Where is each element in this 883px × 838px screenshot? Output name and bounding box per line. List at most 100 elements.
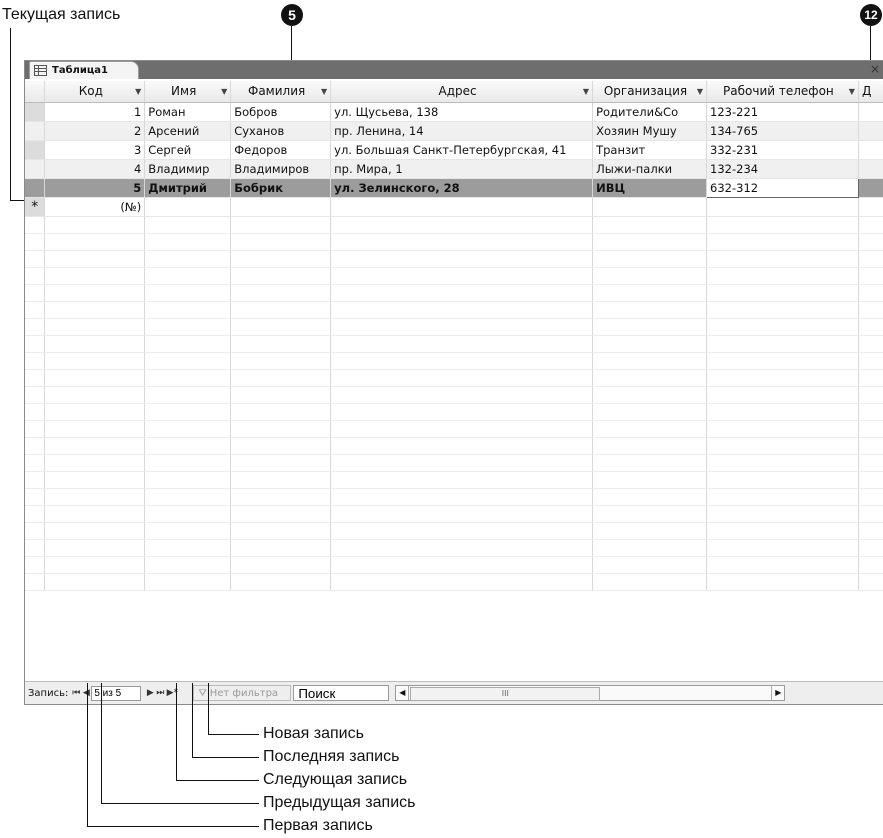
cell-telefon[interactable]: 123-221 bbox=[706, 102, 859, 122]
cell-imya[interactable]: Владимир bbox=[144, 159, 232, 179]
cell-telefon[interactable]: 134-765 bbox=[706, 121, 859, 141]
scroll-right-icon[interactable]: ▶ bbox=[771, 686, 784, 700]
cell-imya[interactable]: Сергей bbox=[144, 140, 232, 160]
empty-cell bbox=[230, 284, 332, 302]
cell-imya[interactable]: Дмитрий bbox=[144, 178, 232, 198]
cell-familiya[interactable]: Бобров bbox=[230, 102, 332, 122]
cell-adres[interactable]: пр. Ленина, 14 bbox=[330, 121, 594, 141]
empty-cell bbox=[706, 352, 859, 370]
filter-icon: ⛛ bbox=[198, 687, 207, 699]
cell-telefon[interactable]: 332-231 bbox=[706, 140, 859, 160]
empty-cell bbox=[330, 386, 594, 404]
record-number-input[interactable] bbox=[91, 685, 142, 701]
column-header-imya[interactable]: Имя ▼ bbox=[144, 81, 232, 103]
callout-line bbox=[176, 780, 259, 781]
cell-familiya[interactable]: Владимиров bbox=[230, 159, 332, 179]
close-icon[interactable]: × bbox=[870, 62, 880, 76]
cell-familiya[interactable]: Суханов bbox=[230, 121, 332, 141]
cell-imya[interactable]: Арсений bbox=[144, 121, 232, 141]
cell-kod[interactable]: 3 bbox=[44, 140, 146, 160]
cell-organizaciya[interactable]: ИВЦ bbox=[592, 178, 708, 198]
first-record-button[interactable]: ⏮ bbox=[71, 684, 81, 702]
cell-empty[interactable] bbox=[858, 197, 883, 217]
callout-new-record: Новая запись bbox=[263, 725, 364, 742]
empty-cell bbox=[25, 335, 46, 353]
cell-imya[interactable]: Роман bbox=[144, 102, 232, 122]
row-selector[interactable] bbox=[25, 102, 46, 122]
table-row[interactable]: 1 Роман Бобров ул. Щусьева, 138 Родители… bbox=[25, 102, 883, 122]
dropdown-arrow-icon[interactable]: ▼ bbox=[697, 87, 703, 96]
cell-organizaciya[interactable]: Хозяин Мушу bbox=[592, 121, 708, 141]
dropdown-arrow-icon[interactable]: ▼ bbox=[221, 87, 227, 96]
cell-d[interactable] bbox=[858, 178, 883, 198]
cell-d[interactable] bbox=[858, 121, 883, 141]
scroll-left-icon[interactable]: ◀ bbox=[396, 686, 410, 700]
empty-cell bbox=[592, 216, 708, 234]
empty-cell bbox=[330, 403, 594, 421]
column-header-d[interactable]: Д bbox=[858, 81, 883, 103]
dropdown-arrow-icon[interactable]: ▼ bbox=[583, 87, 589, 96]
cell-organizaciya[interactable]: Лыжи-палки bbox=[592, 159, 708, 179]
column-header-organizaciya[interactable]: Организация ▼ bbox=[592, 81, 708, 103]
search-input[interactable] bbox=[293, 685, 390, 701]
table-row[interactable]: 4 Владимир Владимиров пр. Мира, 1 Лыжи-п… bbox=[25, 159, 883, 179]
cell-d[interactable] bbox=[858, 102, 883, 122]
cell-adres[interactable]: пр. Мира, 1 bbox=[330, 159, 594, 179]
empty-cell bbox=[144, 488, 232, 506]
row-selector[interactable] bbox=[25, 140, 46, 160]
new-record-row[interactable]: * (№) bbox=[25, 197, 883, 217]
cell-kod[interactable]: 5 bbox=[44, 178, 146, 198]
dropdown-arrow-icon[interactable]: ▼ bbox=[135, 87, 141, 96]
callout-line bbox=[192, 757, 259, 758]
empty-cell bbox=[706, 403, 859, 421]
select-all-corner[interactable] bbox=[25, 81, 46, 103]
empty-cell bbox=[706, 369, 859, 387]
cell-kod[interactable]: 1 bbox=[44, 102, 146, 122]
row-selector[interactable] bbox=[25, 178, 46, 198]
cell-adres[interactable]: ул. Большая Санкт-Петербургская, 41 bbox=[330, 140, 594, 160]
scroll-thumb[interactable]: III bbox=[410, 687, 601, 701]
cell-adres[interactable]: ул. Щусьева, 138 bbox=[330, 102, 594, 122]
current-record-row[interactable]: 5 Дмитрий Бобрик ул. Зелинского, 28 ИВЦ … bbox=[25, 177, 883, 198]
horizontal-scrollbar[interactable]: ◀ III ▶ bbox=[395, 685, 786, 701]
cell-empty[interactable] bbox=[330, 197, 594, 217]
empty-cell bbox=[330, 437, 594, 455]
new-record-button[interactable]: ▶* bbox=[165, 684, 179, 702]
cell-d[interactable] bbox=[858, 140, 883, 160]
cell-familiya[interactable]: Федоров bbox=[230, 140, 332, 160]
column-header-familiya[interactable]: Фамилия ▼ bbox=[230, 81, 332, 103]
cell-empty[interactable] bbox=[230, 197, 332, 217]
empty-cell bbox=[25, 556, 46, 574]
cell-empty[interactable] bbox=[592, 197, 708, 217]
cell-organizaciya[interactable]: Родители&Co bbox=[592, 102, 708, 122]
table-row[interactable]: 3 Сергей Федоров ул. Большая Санкт-Петер… bbox=[25, 140, 883, 160]
empty-cell bbox=[706, 284, 859, 302]
cell-d[interactable] bbox=[858, 159, 883, 179]
last-record-button[interactable]: ⏭ bbox=[155, 684, 165, 702]
row-selector[interactable] bbox=[25, 159, 46, 179]
row-selector[interactable] bbox=[25, 121, 46, 141]
cell-adres[interactable]: ул. Зелинского, 28 bbox=[330, 178, 594, 198]
cell-empty[interactable] bbox=[706, 197, 859, 217]
tab-table1[interactable]: Таблица1 bbox=[29, 61, 139, 79]
empty-cell bbox=[706, 386, 859, 404]
cell-organizaciya[interactable]: Транзит bbox=[592, 140, 708, 160]
cell-telefon[interactable]: 132-234 bbox=[706, 159, 859, 179]
column-header-rabochiy-telefon[interactable]: Рабочий телефон ▼ bbox=[706, 81, 859, 103]
column-header-adres[interactable]: Адрес ▼ bbox=[330, 81, 594, 103]
cell-empty[interactable] bbox=[144, 197, 232, 217]
table-row[interactable]: 2 Арсений Суханов пр. Ленина, 14 Хозяин … bbox=[25, 121, 883, 141]
next-record-button[interactable]: ▶ bbox=[145, 684, 155, 702]
empty-row bbox=[25, 386, 883, 404]
cell-kod-new[interactable]: (№) bbox=[44, 197, 146, 217]
cell-familiya[interactable]: Бобрик bbox=[230, 178, 332, 198]
empty-cell bbox=[858, 539, 883, 557]
column-header-kod[interactable]: Код ▼ bbox=[44, 81, 146, 103]
empty-cell bbox=[858, 267, 883, 285]
empty-cell bbox=[858, 420, 883, 438]
cell-kod[interactable]: 2 bbox=[44, 121, 146, 141]
dropdown-arrow-icon[interactable]: ▼ bbox=[321, 87, 327, 96]
dropdown-arrow-icon[interactable]: ▼ bbox=[849, 87, 855, 96]
cell-kod[interactable]: 4 bbox=[44, 159, 146, 179]
cell-telefon-editing[interactable]: 632-312 bbox=[706, 177, 859, 198]
